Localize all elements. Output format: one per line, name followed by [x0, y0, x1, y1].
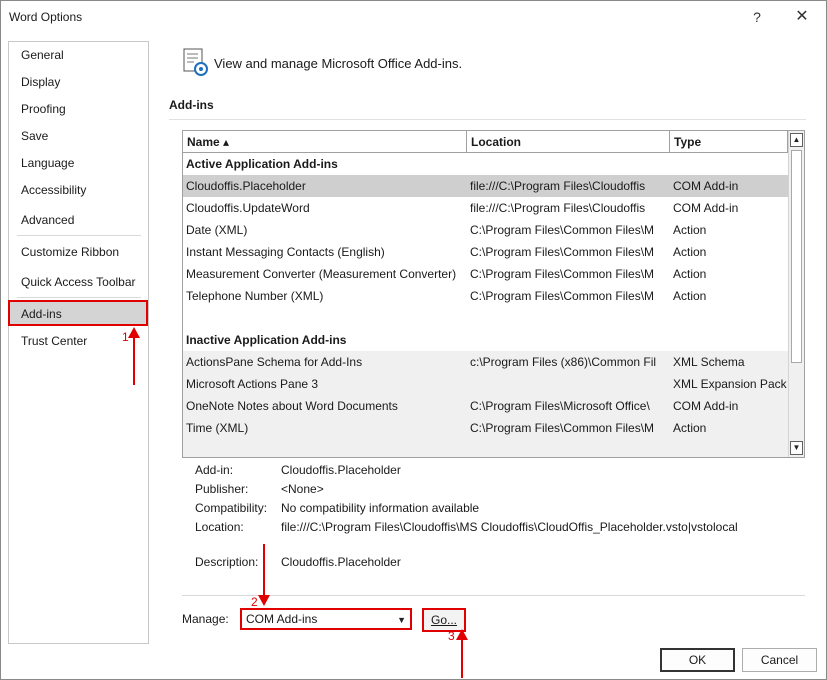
- section-divider: [169, 119, 806, 120]
- addins-gear-icon: [183, 48, 208, 76]
- section-title: Add-ins: [169, 98, 214, 112]
- table-row[interactable]: Cloudoffis.UpdateWord file:///C:\Program…: [183, 197, 788, 219]
- detail-location-label: Location:: [195, 520, 244, 534]
- detail-compat-label: Compatibility:: [195, 501, 268, 515]
- addins-table: Name ▴ Location Type Active Application …: [182, 130, 805, 458]
- manage-label: Manage:: [182, 612, 229, 626]
- table-row[interactable]: Microsoft Actions Pane 3 XML Expansion P…: [183, 373, 788, 395]
- table-row[interactable]: ActionsPane Schema for Add-Ins c:\Progra…: [183, 351, 788, 373]
- sidebar-item-customize-ribbon[interactable]: Customize Ribbon: [9, 240, 148, 264]
- detail-location-value: file:///C:\Program Files\Cloudoffis\MS C…: [281, 520, 738, 534]
- sidebar-item-advanced[interactable]: Advanced: [9, 208, 148, 232]
- sidebar-divider: [17, 235, 141, 236]
- ok-button[interactable]: OK: [660, 648, 735, 672]
- manage-divider: [182, 595, 805, 596]
- table-row[interactable]: OneNote Notes about Word Documents C:\Pr…: [183, 395, 788, 417]
- column-header-name[interactable]: Name ▴: [183, 131, 467, 153]
- table-row[interactable]: Instant Messaging Contacts (English) C:\…: [183, 241, 788, 263]
- scroll-down-arrow-icon[interactable]: ▼: [790, 441, 803, 455]
- sidebar-item-general[interactable]: General: [9, 43, 148, 67]
- annotation-number-3: 3: [448, 629, 455, 643]
- column-header-location[interactable]: Location: [467, 131, 670, 153]
- table-scrollbar[interactable]: ▲ ▼: [788, 131, 804, 457]
- table-row[interactable]: Measurement Converter (Measurement Conve…: [183, 263, 788, 285]
- help-button[interactable]: ?: [745, 5, 769, 29]
- cancel-button[interactable]: Cancel: [742, 648, 817, 672]
- manage-dropdown-value: COM Add-ins: [246, 612, 318, 626]
- detail-description-value: Cloudoffis.Placeholder: [281, 555, 401, 569]
- group-header-active: Active Application Add-ins: [186, 157, 338, 171]
- sidebar-item-quick-access-toolbar[interactable]: Quick Access Toolbar: [9, 270, 148, 294]
- manage-dropdown[interactable]: COM Add-ins ▼: [240, 608, 412, 630]
- addins-panel: View and manage Microsoft Office Add-ins…: [156, 41, 821, 672]
- panel-header-text: View and manage Microsoft Office Add-ins…: [214, 56, 463, 71]
- annotation-highlight-addins: [8, 300, 148, 326]
- sidebar-item-proofing[interactable]: Proofing: [9, 97, 148, 121]
- group-header-inactive: Inactive Application Add-ins: [186, 333, 347, 347]
- detail-compat-value: No compatibility information available: [281, 501, 480, 515]
- table-row[interactable]: Date (XML) C:\Program Files\Common Files…: [183, 219, 788, 241]
- scroll-thumb[interactable]: [791, 150, 802, 363]
- detail-publisher-value: <None>: [281, 482, 324, 496]
- sidebar-item-save[interactable]: Save: [9, 124, 148, 148]
- table-row[interactable]: Cloudoffis.Placeholder file:///C:\Progra…: [183, 175, 788, 197]
- table-row[interactable]: Telephone Number (XML) C:\Program Files\…: [183, 285, 788, 307]
- scroll-up-arrow-icon[interactable]: ▲: [790, 133, 803, 147]
- sidebar-item-language[interactable]: Language: [9, 151, 148, 175]
- word-options-dialog: Word Options ? ✕ General Display Proofin…: [0, 0, 827, 680]
- table-row[interactable]: Time (XML) C:\Program Files\Common Files…: [183, 417, 788, 439]
- detail-addin-label: Add-in:: [195, 463, 234, 477]
- title-bar: Word Options ? ✕: [1, 1, 826, 34]
- annotation-arrow-up-icon: [128, 327, 140, 385]
- detail-publisher-label: Publisher:: [195, 482, 249, 496]
- sidebar-divider: [17, 297, 141, 298]
- column-header-type[interactable]: Type: [670, 131, 788, 153]
- annotation-arrow-down-icon: [258, 544, 270, 606]
- sidebar-item-display[interactable]: Display: [9, 70, 148, 94]
- detail-description-label: Description:: [195, 555, 259, 569]
- close-button[interactable]: ✕: [789, 5, 815, 29]
- annotation-number-2: 2: [251, 595, 258, 609]
- chevron-down-icon: ▼: [397, 615, 406, 625]
- dialog-title: Word Options: [9, 10, 83, 24]
- annotation-arrow-up-icon: [456, 629, 468, 678]
- detail-addin-value: Cloudoffis.Placeholder: [281, 463, 401, 477]
- sidebar-item-accessibility[interactable]: Accessibility: [9, 178, 148, 202]
